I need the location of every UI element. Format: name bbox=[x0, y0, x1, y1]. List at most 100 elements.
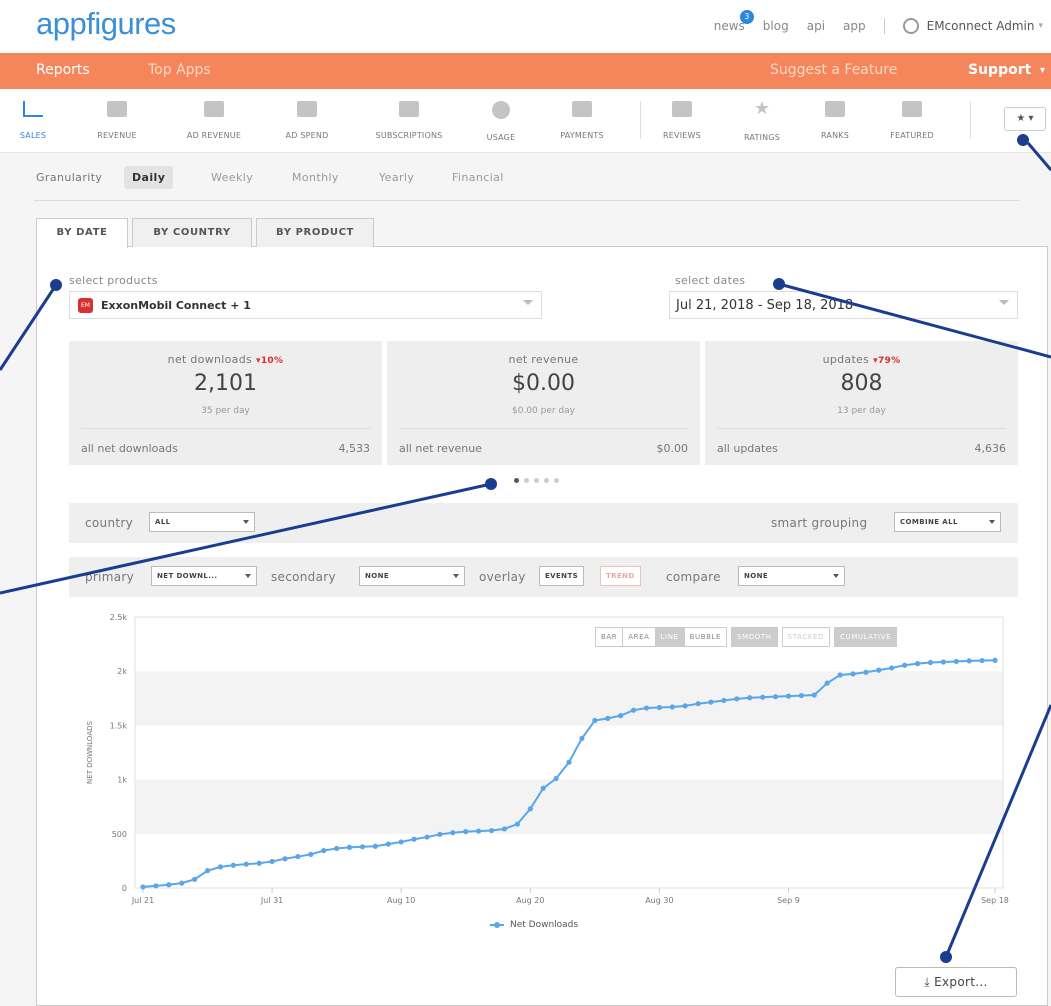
toolbar-ratings[interactable]: ★ RATINGS bbox=[727, 98, 797, 144]
granularity-monthly[interactable]: Monthly bbox=[284, 166, 347, 189]
data-point bbox=[824, 680, 830, 686]
net-revenue-card[interactable]: net revenue $0.00 $0.00 per day all net … bbox=[387, 341, 700, 465]
card-icon bbox=[572, 101, 592, 117]
granularity-financial[interactable]: Financial bbox=[444, 166, 512, 189]
toolbar-usage[interactable]: USAGE bbox=[471, 101, 531, 144]
chart-line-button[interactable]: LINE bbox=[654, 627, 685, 647]
granularity-weekly[interactable]: Weekly bbox=[203, 166, 261, 189]
net-downloads-chart[interactable]: 0 500 1k 1.5k 2k 2.5k NET DOWNLOADS Jul 21 Jul 3… bbox=[69, 605, 1019, 935]
card-value: $0.00 bbox=[512, 371, 575, 396]
line-chart-icon bbox=[23, 101, 43, 117]
data-point bbox=[966, 658, 972, 664]
data-point bbox=[837, 672, 843, 678]
data-point bbox=[927, 659, 934, 666]
news-link[interactable]: news 3 bbox=[714, 10, 754, 33]
card-value: 2,101 bbox=[194, 371, 257, 396]
toolbar-revenue[interactable]: REVENUE bbox=[77, 101, 157, 142]
chart-bar-button[interactable]: BAR bbox=[595, 627, 624, 647]
toolbar-divider bbox=[970, 101, 971, 139]
card-value: 808 bbox=[840, 371, 883, 396]
carousel-dot[interactable] bbox=[534, 478, 539, 483]
chart-area-button[interactable]: AREA bbox=[622, 627, 656, 647]
primary-metric-select[interactable]: NET DOWNL... bbox=[151, 566, 257, 586]
chart-legend[interactable]: Net Downloads bbox=[490, 920, 578, 930]
tab-by-product[interactable]: BY PRODUCT bbox=[256, 218, 374, 247]
toolbar-subscriptions[interactable]: SUBSCRIPTIONS bbox=[363, 101, 455, 142]
appfigures-logo[interactable]: appfigures bbox=[36, 6, 176, 42]
star-icon: ★ bbox=[753, 98, 771, 119]
net-downloads-card[interactable]: net downloads ▾10% 2,101 35 per day all n… bbox=[69, 341, 382, 465]
toolbar-label: AD REVENUE bbox=[186, 131, 242, 140]
smart-grouping-label: smart grouping bbox=[771, 516, 868, 530]
date-range-select[interactable]: Jul 21, 2018 - Sep 18, 2018 bbox=[669, 291, 1018, 319]
chart-cumulative-button[interactable]: CUMULATIVE bbox=[834, 627, 898, 647]
secondary-metric-select[interactable]: NONE bbox=[359, 566, 465, 586]
nav-support[interactable]: Support bbox=[968, 62, 1031, 78]
user-menu[interactable]: EMconnect Admin bbox=[927, 19, 1035, 33]
primary-label: primary bbox=[85, 570, 135, 584]
smart-grouping-select[interactable]: COMBINE ALL bbox=[894, 512, 1001, 532]
toolbar-payments[interactable]: PAYMENTS bbox=[542, 101, 622, 142]
card-footer-label: all net downloads bbox=[81, 442, 178, 455]
product-select[interactable]: EM ExxonMobil Connect + 1 bbox=[69, 291, 542, 319]
smart-grouping-value: COMBINE ALL bbox=[900, 518, 958, 526]
chart-stacked-button[interactable]: STACKED bbox=[781, 627, 831, 647]
granularity-daily[interactable]: Daily bbox=[124, 166, 174, 189]
chevron-down-icon bbox=[989, 520, 995, 524]
chart-smooth-button[interactable]: SMOOTH bbox=[731, 627, 778, 647]
country-select[interactable]: ALL bbox=[149, 512, 255, 532]
data-point bbox=[566, 759, 572, 765]
carousel-dot[interactable] bbox=[524, 478, 529, 483]
data-point bbox=[321, 848, 327, 854]
app-link[interactable]: app bbox=[843, 19, 866, 33]
toolbar-label: RATINGS bbox=[744, 133, 780, 142]
news-badge: 3 bbox=[739, 10, 754, 24]
updates-card[interactable]: updates ▾79% 808 13 per day all updates 4… bbox=[705, 341, 1018, 465]
tab-by-country[interactable]: BY COUNTRY bbox=[132, 218, 252, 247]
card-title-text: net revenue bbox=[508, 353, 579, 366]
data-point bbox=[372, 843, 378, 849]
overlay-trend-button[interactable]: TREND bbox=[600, 566, 641, 586]
toolbar-ranks[interactable]: RANKS bbox=[805, 101, 865, 142]
data-point bbox=[979, 657, 985, 664]
toolbar-ad-spend[interactable]: AD SPEND bbox=[267, 101, 347, 142]
toolbar-sales[interactable]: SALES bbox=[4, 101, 62, 142]
secondary-metric-value: NONE bbox=[365, 572, 390, 580]
nav-suggest-feature[interactable]: Suggest a Feature bbox=[770, 62, 897, 78]
user-chevron-icon[interactable]: ▾ bbox=[1038, 21, 1043, 31]
granularity-yearly[interactable]: Yearly bbox=[371, 166, 422, 189]
card-divider bbox=[81, 428, 370, 429]
toolbar-featured[interactable]: FEATURED bbox=[877, 101, 947, 142]
pin-dropdown-button[interactable]: ★ ▾ bbox=[1004, 107, 1046, 131]
data-point bbox=[385, 841, 391, 847]
data-point bbox=[334, 845, 340, 852]
data-point bbox=[217, 864, 224, 870]
carousel-dot[interactable] bbox=[544, 478, 549, 483]
toolbar-reviews[interactable]: REVIEWS bbox=[647, 101, 717, 142]
tab-by-date[interactable]: BY DATE bbox=[36, 218, 128, 248]
toolbar-label: USAGE bbox=[486, 133, 516, 142]
toolbar-ad-revenue[interactable]: AD REVENUE bbox=[174, 101, 254, 142]
chart-bubble-button[interactable]: BUBBLE bbox=[683, 627, 728, 647]
granularity-label: Granularity bbox=[36, 171, 103, 184]
data-point bbox=[501, 826, 508, 832]
top-links: news 3 blog api app EMconnect Admin ▾ bbox=[696, 10, 1043, 34]
carousel-dot[interactable] bbox=[514, 478, 519, 483]
data-point bbox=[682, 703, 688, 709]
blog-link[interactable]: blog bbox=[763, 19, 789, 33]
data-point bbox=[721, 697, 727, 704]
carousel-dots bbox=[514, 478, 564, 483]
compare-select[interactable]: NONE bbox=[738, 566, 845, 586]
export-button[interactable]: ⤓ Export... bbox=[895, 967, 1017, 997]
overlay-events-button[interactable]: EVENTS bbox=[539, 566, 585, 586]
money-icon bbox=[107, 101, 127, 117]
user-avatar-icon[interactable] bbox=[902, 18, 919, 34]
nav-top-apps[interactable]: Top Apps bbox=[148, 62, 211, 78]
api-link[interactable]: api bbox=[807, 19, 825, 33]
card-footer-label: all updates bbox=[717, 442, 778, 455]
support-chevron-icon[interactable]: ▾ bbox=[1040, 65, 1045, 76]
carousel-dot[interactable] bbox=[554, 478, 559, 483]
nav-reports[interactable]: Reports bbox=[36, 62, 90, 78]
toolbar-label: SUBSCRIPTIONS bbox=[375, 131, 443, 140]
data-point bbox=[876, 667, 882, 673]
